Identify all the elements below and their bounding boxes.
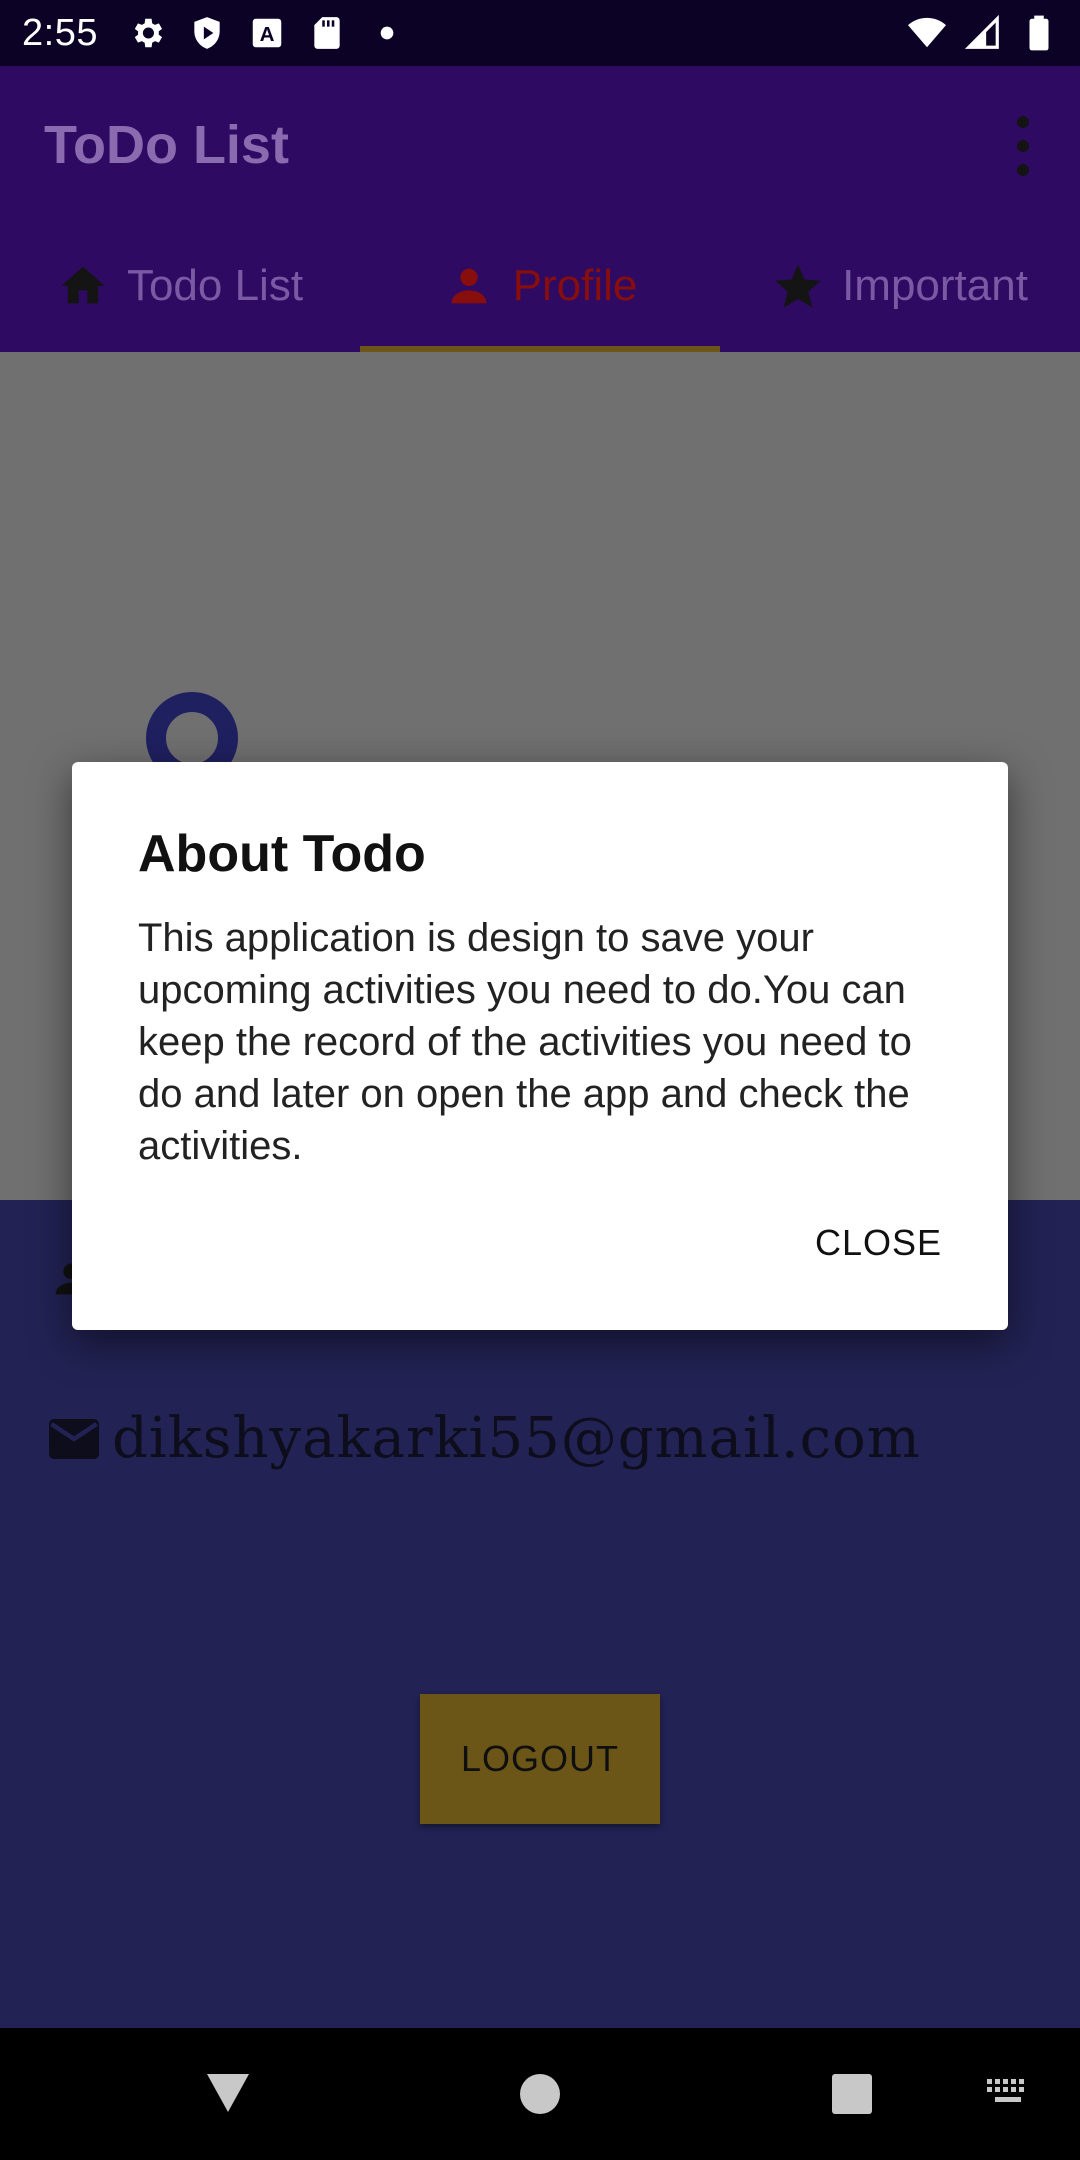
font-a-icon: A <box>252 18 282 48</box>
back-icon[interactable] <box>198 2062 258 2122</box>
shield-icon <box>194 17 220 49</box>
status-right-icons <box>908 14 1058 52</box>
tab-profile[interactable]: Profile <box>360 220 720 352</box>
person-icon <box>451 268 486 304</box>
screen: 2:55 A ToDo List Todo List Profile Impor… <box>0 0 1080 2160</box>
home-icon <box>61 266 105 304</box>
about-dialog: About Todo This application is design to… <box>72 762 1008 1330</box>
sd-card-icon <box>314 17 340 49</box>
tab-bar: Todo List Profile Important <box>0 220 1080 352</box>
email-text: dikshyakarki55@gmail.com <box>112 1406 921 1471</box>
tab-important[interactable]: Important <box>720 220 1080 352</box>
status-time: 2:55 <box>22 11 98 54</box>
app-bar: ToDo List Todo List Profile Important <box>0 66 1080 352</box>
close-button[interactable]: CLOSE <box>815 1222 942 1264</box>
recents-icon[interactable] <box>822 2064 882 2124</box>
status-left-icons: A <box>128 14 406 52</box>
tab-label: Profile <box>512 261 638 310</box>
app-title: ToDo List <box>44 115 289 175</box>
star-icon <box>775 264 821 308</box>
tab-label: Todo List <box>126 261 304 310</box>
tab-label: Important <box>842 261 1028 310</box>
wifi-icon <box>908 17 946 48</box>
dot-icon <box>380 26 394 40</box>
keyboard-icon[interactable] <box>980 2068 1036 2118</box>
logout-button[interactable]: LOGOUT <box>420 1694 660 1824</box>
battery-icon <box>1029 15 1049 51</box>
navigation-bar <box>0 2028 1080 2160</box>
dialog-message: This application is design to save your … <box>138 916 912 1168</box>
svg-text:A: A <box>260 23 275 46</box>
tab-todo-list[interactable]: Todo List <box>0 220 360 352</box>
more-vert-icon[interactable] <box>1006 116 1040 176</box>
email-row: dikshyakarki55@gmail.com <box>44 1406 921 1471</box>
home-circle-icon[interactable] <box>510 2064 570 2124</box>
signal-icon <box>964 14 999 49</box>
mail-icon <box>49 1418 99 1459</box>
gear-icon <box>134 18 163 48</box>
status-bar: 2:55 A <box>0 0 1080 66</box>
dialog-title: About Todo <box>138 825 426 883</box>
